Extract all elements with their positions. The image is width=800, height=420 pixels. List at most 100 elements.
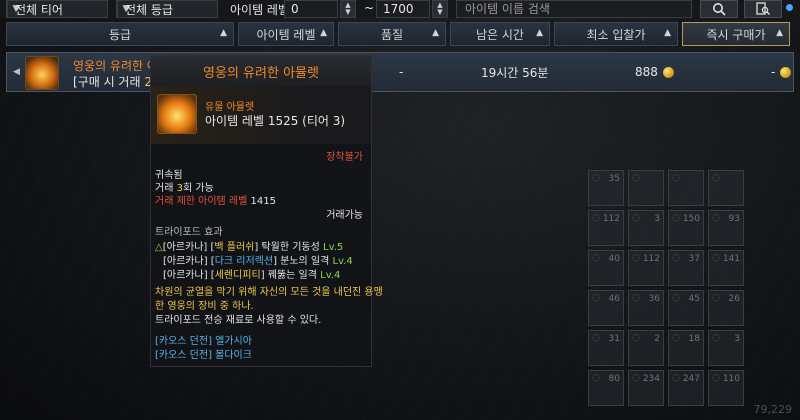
tripod-skill: 세렌디피티 xyxy=(214,270,261,281)
inventory-slot[interactable]: ◌ 112 xyxy=(588,210,624,246)
header-time-left-label: 남은 시간 xyxy=(476,27,524,42)
inventory-slot[interactable]: ◌ 93 xyxy=(708,210,744,246)
slot-item-icon: ◌ xyxy=(592,253,600,263)
amulet-item-icon xyxy=(157,94,197,134)
inventory-slot[interactable]: ◌ 37 xyxy=(668,250,704,286)
tooltip-trade-limit: 거래 제한 아이템 레벨 1415 xyxy=(155,192,276,207)
header-grade[interactable]: 등급 ▲ xyxy=(6,22,234,46)
level-min-stepper[interactable]: ▲ ▼ xyxy=(340,0,356,18)
tripod-prefix: [아르카나] [ xyxy=(163,270,215,281)
header-item-level-label: 아이템 레벨 xyxy=(256,27,316,42)
inventory-slot[interactable]: ◌ 26 xyxy=(708,290,744,326)
slot-count: 31 xyxy=(608,334,620,344)
table-header: 등급 ▲ 아이템 레벨 ▲ 품질 ▲ 남은 시간 ▲ 최소 입찰가 ▲ 즉시 구매가 ▲ xyxy=(6,22,794,46)
tooltip-desc-line-2: 한 영웅의 장비 중 하나. xyxy=(155,301,254,312)
row-item-name: 영웅의 유려한 아 xyxy=(73,59,158,73)
inventory-slot[interactable]: ◌ 110 xyxy=(708,370,744,406)
grade-select[interactable]: 전체 등급 ▼ xyxy=(116,0,218,18)
header-buy-now[interactable]: 즉시 구매가 ▲ xyxy=(682,22,790,46)
grade-select-value: 전체 등급 xyxy=(125,2,173,17)
slot-item-icon: ◌ xyxy=(632,213,640,223)
chevron-down-icon[interactable]: ▼ xyxy=(437,9,442,16)
tooltip-desc-line-3: 트라이포드 전승 재료로 사용할 수 있다. xyxy=(155,315,322,326)
item-name-search-input[interactable]: 아이템 이름 검색 xyxy=(456,0,692,18)
slot-count: 112 xyxy=(642,254,660,264)
row-quality: - xyxy=(399,65,404,79)
inventory-slot[interactable]: ◌ 247 xyxy=(668,370,704,406)
tooltip-trade-limit-value: 1415 xyxy=(250,196,276,207)
inventory-slot[interactable]: ◌ xyxy=(708,170,744,206)
header-time-left[interactable]: 남은 시간 ▲ xyxy=(450,22,550,46)
slot-count: 150 xyxy=(682,214,700,224)
slot-count: 3 xyxy=(654,214,660,224)
header-min-bid-label: 최소 입찰가 xyxy=(586,27,646,42)
inventory-slot[interactable]: ◌ 141 xyxy=(708,250,744,286)
inventory-slot[interactable]: ◌ 234 xyxy=(628,370,664,406)
row-min-bid: 888 xyxy=(635,53,674,91)
inventory-slot[interactable]: ◌ xyxy=(628,170,664,206)
chevron-down-icon[interactable]: ▼ xyxy=(345,9,350,16)
tier-select-value: 전체 티어 xyxy=(15,2,63,17)
slot-count: 36 xyxy=(648,294,660,304)
inventory-slot[interactable]: ◌ 150 xyxy=(668,210,704,246)
gold-coin-icon xyxy=(662,66,674,78)
inventory-grid: ◌ 35 ◌ ◌ ◌ ◌ 112 ◌ 3 ◌ 150 ◌ 93 ◌ 40 ◌ 112 ◌ 37 ◌ 141 ◌ 46 ◌ 36 ◌… xyxy=(588,170,748,406)
tooltip-source-2: [카오스 던전] 볼다이크 xyxy=(155,350,252,361)
sort-arrow-icon: ▲ xyxy=(220,28,227,38)
inventory-slot[interactable]: ◌ 35 xyxy=(588,170,624,206)
inventory-slot[interactable]: ◌ 45 xyxy=(668,290,704,326)
inventory-slot[interactable]: ◌ 112 xyxy=(628,250,664,286)
tooltip-tradable: 거래가능 xyxy=(326,210,363,221)
inventory-slot[interactable]: ◌ 80 xyxy=(588,370,624,406)
level-max-stepper[interactable]: ▲ ▼ xyxy=(432,0,448,18)
inventory-slot[interactable]: ◌ xyxy=(668,170,704,206)
slot-item-icon: ◌ xyxy=(632,173,640,183)
slot-count: 26 xyxy=(728,294,740,304)
inventory-slot[interactable]: ◌ 3 xyxy=(708,330,744,366)
amulet-item-icon xyxy=(25,56,59,90)
advanced-search-button[interactable] xyxy=(744,0,782,18)
tripod-mark-icon: △ xyxy=(155,242,163,253)
slot-count: 18 xyxy=(688,334,700,344)
inventory-slot[interactable]: ◌ 40 xyxy=(588,250,624,286)
tier-select[interactable]: 전체 티어 ▼ xyxy=(6,0,108,18)
detail-search-icon xyxy=(756,2,770,16)
slot-count: 112 xyxy=(602,214,620,224)
slot-item-icon: ◌ xyxy=(632,373,640,383)
slot-count: 37 xyxy=(688,254,700,264)
search-button[interactable] xyxy=(700,0,738,18)
slot-item-icon: ◌ xyxy=(672,373,680,383)
header-quality[interactable]: 품질 ▲ xyxy=(338,22,446,46)
slot-item-icon: ◌ xyxy=(592,373,600,383)
slot-count: 80 xyxy=(608,374,620,384)
row-time-left: 19시간 56분 xyxy=(481,65,549,80)
inventory-slot[interactable]: ◌ 3 xyxy=(628,210,664,246)
inventory-slot[interactable]: ◌ 2 xyxy=(628,330,664,366)
inventory-slot[interactable]: ◌ 31 xyxy=(588,330,624,366)
gold-coin-icon xyxy=(780,66,792,78)
slot-item-icon: ◌ xyxy=(712,373,720,383)
slot-item-icon: ◌ xyxy=(672,253,680,263)
header-min-bid[interactable]: 최소 입찰가 ▲ xyxy=(554,22,678,46)
level-max-input[interactable]: 1700 xyxy=(376,0,430,18)
item-tooltip: 영웅의 유려한 아뮬렛 유물 아뮬렛 아이템 레벨 1525 (티어 3) 장착… xyxy=(150,55,383,367)
slot-item-icon: ◌ xyxy=(712,293,720,303)
header-item-level[interactable]: 아이템 레벨 ▲ xyxy=(238,22,334,46)
inventory-slot[interactable]: ◌ 18 xyxy=(668,330,704,366)
header-buy-now-label: 즉시 구매가 xyxy=(706,27,766,42)
inventory-slot[interactable]: ◌ 36 xyxy=(628,290,664,326)
slot-item-icon: ◌ xyxy=(632,293,640,303)
expand-arrow-icon[interactable]: ◀ xyxy=(13,67,20,77)
table-row[interactable]: ◀ 영웅의 유려한 아 [구매 시 거래 2회 - 19시간 56분 888 - xyxy=(6,52,794,92)
slot-item-icon: ◌ xyxy=(712,333,720,343)
inventory-slot[interactable]: ◌ 46 xyxy=(588,290,624,326)
level-min-input[interactable]: 0 xyxy=(284,0,338,18)
slot-count: 40 xyxy=(608,254,620,264)
tooltip-source-1: [카오스 던전] 엘가시아 xyxy=(155,336,252,347)
row-trade-prefix: [구매 시 거래 xyxy=(73,75,145,89)
slot-count: 3 xyxy=(734,334,740,344)
row-buy-now-value: - xyxy=(771,65,776,79)
sort-arrow-icon: ▲ xyxy=(432,28,439,38)
header-quality-label: 품질 xyxy=(380,27,404,42)
slot-count: 247 xyxy=(682,374,700,384)
